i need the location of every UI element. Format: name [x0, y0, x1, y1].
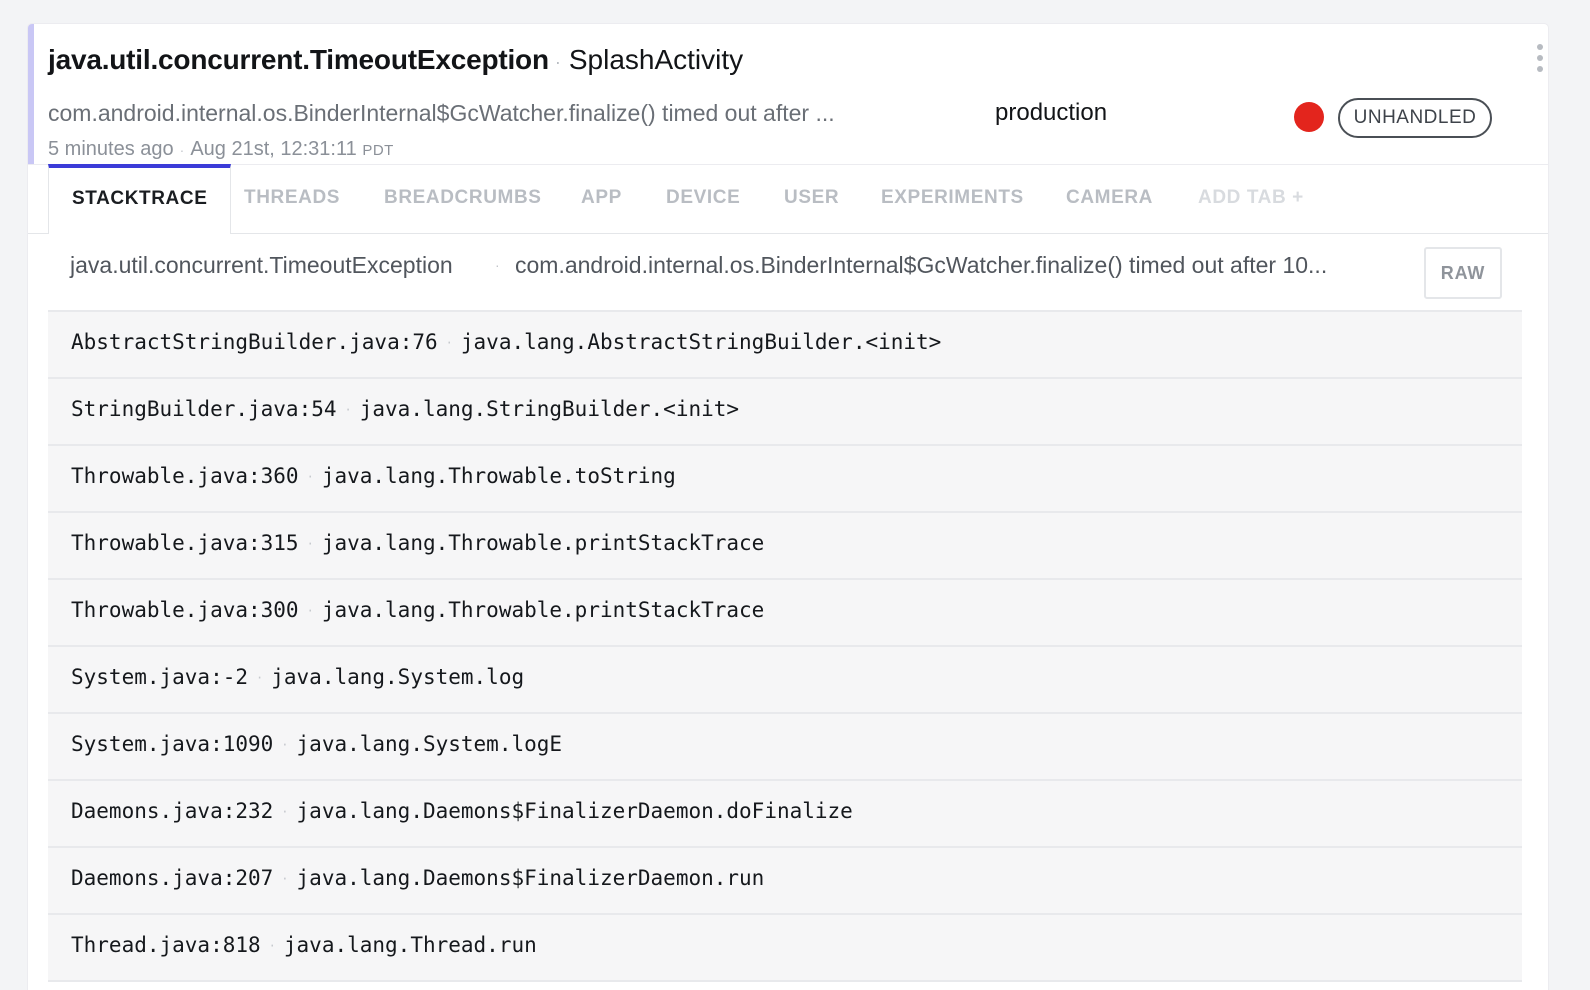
- tab-app[interactable]: APP: [581, 165, 622, 233]
- stack-frame[interactable]: AbstractStringBuilder.java:76 · java.lang.…: [48, 312, 1522, 379]
- frame-separator-dot: ·: [281, 805, 289, 819]
- kebab-dot: [1537, 55, 1543, 61]
- stacktrace-header: java.util.concurrent.TimeoutException · …: [48, 242, 1528, 312]
- frame-separator-dot: ·: [306, 470, 314, 484]
- kebab-dot: [1537, 44, 1543, 50]
- timestamp-row: 5 minutes ago · Aug 21st, 12:31:11 PDT: [48, 136, 394, 164]
- frame-file: AbstractStringBuilder.java:76: [71, 330, 438, 354]
- stacktrace-separator-dot: ·: [495, 257, 500, 273]
- tab-bar: STACKTRACE THREADS BREADCRUMBS APP DEVIC…: [28, 164, 1548, 234]
- frame-method: java.lang.Throwable.printStackTrace: [321, 598, 765, 622]
- frame-file: Daemons.java:232: [71, 799, 274, 823]
- tab-experiments[interactable]: EXPERIMENTS: [881, 165, 1024, 233]
- stack-frame[interactable]: Thread.java:818 · java.lang.Thread.run: [48, 915, 1522, 982]
- frame-separator-dot: ·: [256, 671, 264, 685]
- frame-file: System.java:1090: [71, 732, 274, 756]
- meta-separator-dot: ·: [179, 142, 185, 158]
- stack-frame[interactable]: StringBuilder.java:54 · java.lang.StringBu…: [48, 379, 1522, 446]
- error-card: java.util.concurrent.TimeoutException · Sp…: [28, 24, 1548, 990]
- stack-frame[interactable]: Throwable.java:360 · java.lang.Throwable.t…: [48, 446, 1522, 513]
- tab-device[interactable]: DEVICE: [666, 165, 740, 233]
- stacktrace-error-class: java.util.concurrent.TimeoutException: [70, 252, 453, 278]
- stack-frame[interactable]: System.java:1090 · java.lang.System.logE: [48, 714, 1522, 781]
- frame-separator-dot: ·: [344, 403, 352, 417]
- timestamp: Aug 21st, 12:31:11: [190, 138, 357, 160]
- error-context: SplashActivity: [568, 44, 744, 75]
- frame-file: Daemons.java:207: [71, 866, 274, 890]
- kebab-dot: [1537, 66, 1543, 72]
- frame-separator-dot: ·: [268, 939, 276, 953]
- stack-frame[interactable]: System.java:-2 · java.lang.System.log: [48, 647, 1522, 714]
- frame-method: java.lang.Thread.run: [283, 933, 537, 957]
- frame-file: Thread.java:818: [71, 933, 261, 957]
- timezone: PDT: [362, 142, 394, 159]
- stack-frame[interactable]: Daemons.java:207 · java.lang.Daemons$Final…: [48, 848, 1522, 915]
- tab-user[interactable]: USER: [784, 165, 839, 233]
- frame-file: Throwable.java:360: [71, 464, 299, 488]
- tab-threads[interactable]: THREADS: [244, 165, 340, 233]
- error-message: com.android.internal.os.BinderInternal$G…: [48, 100, 835, 126]
- kebab-icon[interactable]: [1532, 44, 1548, 80]
- unhandled-badge: UNHANDLED: [1338, 98, 1492, 138]
- frame-separator-dot: ·: [445, 336, 453, 350]
- frame-method: java.lang.Throwable.toString: [321, 464, 676, 488]
- frame-file: Throwable.java:315: [71, 531, 299, 555]
- frame-method: java.lang.StringBuilder.<init>: [359, 397, 740, 421]
- add-tab-button[interactable]: ADD TAB +: [1198, 165, 1304, 233]
- frame-file: StringBuilder.java:54: [71, 397, 337, 421]
- tab-breadcrumbs[interactable]: BREADCRUMBS: [384, 165, 542, 233]
- title-row: java.util.concurrent.TimeoutException · Sp…: [48, 42, 743, 80]
- stacktrace-message: com.android.internal.os.BinderInternal$G…: [515, 252, 1328, 278]
- frame-file: System.java:-2: [71, 665, 249, 689]
- severity-error-icon: [1294, 102, 1324, 132]
- severity-accent-bar: [28, 24, 34, 164]
- tab-camera[interactable]: CAMERA: [1066, 165, 1153, 233]
- frame-method: java.lang.Daemons$FinalizerDaemon.run: [296, 866, 765, 890]
- error-class-title[interactable]: java.util.concurrent.TimeoutException: [48, 44, 549, 75]
- frame-separator-dot: ·: [281, 872, 289, 886]
- frame-separator-dot: ·: [281, 738, 289, 752]
- frame-method: java.lang.Throwable.printStackTrace: [321, 531, 765, 555]
- release-stage: production: [995, 99, 1108, 126]
- frame-separator-dot: ·: [306, 537, 314, 551]
- tab-stacktrace[interactable]: STACKTRACE: [48, 164, 232, 234]
- title-separator-dot: ·: [554, 51, 561, 72]
- stack-frame-list: AbstractStringBuilder.java:76 · java.lang.…: [48, 310, 1522, 982]
- time-ago: 5 minutes ago: [48, 138, 174, 160]
- frame-file: Throwable.java:300: [71, 598, 299, 622]
- stack-frame[interactable]: Throwable.java:315 · java.lang.Throwable.p…: [48, 513, 1522, 580]
- raw-button[interactable]: RAW: [1424, 247, 1502, 299]
- stack-frame[interactable]: Daemons.java:232 · java.lang.Daemons$Final…: [48, 781, 1522, 848]
- frame-method: java.lang.System.logE: [296, 732, 563, 756]
- frame-method: java.lang.Daemons$FinalizerDaemon.doFina…: [296, 799, 853, 823]
- stack-frame[interactable]: Throwable.java:300 · java.lang.Throwable.p…: [48, 580, 1522, 647]
- frame-method: java.lang.System.log: [271, 665, 525, 689]
- frame-method: java.lang.AbstractStringBuilder.<init>: [460, 330, 942, 354]
- error-header: java.util.concurrent.TimeoutException · Sp…: [48, 38, 1543, 164]
- frame-separator-dot: ·: [306, 604, 314, 618]
